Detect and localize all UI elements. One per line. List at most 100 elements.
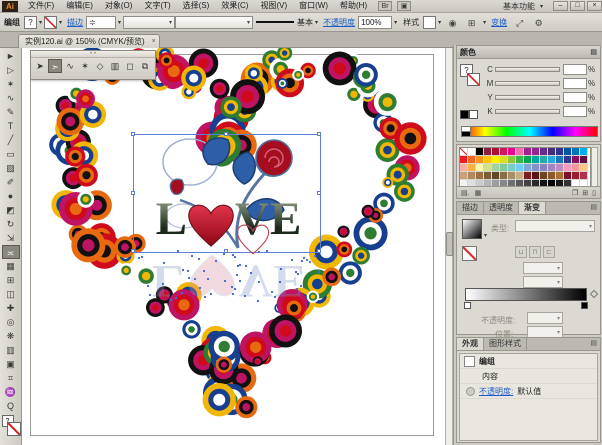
type-tool-icon[interactable]: T [2,119,20,133]
magic-wand-tool-icon[interactable]: ✶ [78,59,92,73]
gradient-stop-right[interactable] [581,302,588,309]
stroke-proxy[interactable] [467,73,480,86]
hand-tool-icon[interactable]: ♒ [2,385,20,399]
close-button[interactable]: × [587,1,602,11]
swatch[interactable] [556,148,564,156]
zoom-tool-icon[interactable]: Q [2,399,20,413]
chevron-down-icon[interactable]: ▾ [484,232,487,239]
swatch[interactable] [516,148,524,156]
stroke-proxy[interactable] [8,423,20,435]
bw-swatches[interactable] [460,110,478,119]
swatch[interactable] [580,148,588,156]
style-swatch[interactable] [423,16,436,29]
gradient-thumbnail[interactable] [462,219,482,239]
swatch[interactable] [524,164,532,172]
symbols-tool-icon[interactable]: ⧉ [138,59,152,73]
tab-close-icon[interactable]: × [152,38,156,45]
swatch[interactable] [572,156,580,164]
align-icon[interactable]: ⊞ [464,15,479,29]
shape-tool-icon[interactable]: ◇ [93,59,107,73]
swatch[interactable] [540,156,548,164]
appearance-row-group[interactable]: 编组 [460,354,597,369]
magic-wand-tool-icon[interactable]: ✶ [2,77,20,91]
tab-appearance[interactable]: 外观 [457,338,484,350]
swatch[interactable] [548,172,556,180]
stroke-across-icon[interactable]: ⊏ [543,246,555,258]
symbol-sprayer-tool-icon[interactable]: ❋ [2,329,20,343]
arrange-documents-icon[interactable]: ▣ [397,1,411,11]
swatch[interactable] [532,148,540,156]
menu-3[interactable]: 文字(T) [138,0,176,12]
gradient-tool-icon[interactable]: ◫ [2,287,20,301]
menu-6[interactable]: 视图(V) [254,0,293,12]
blend-tool-icon[interactable]: ◎ [2,315,20,329]
tab-graphic-styles[interactable]: 图形样式 [484,338,527,350]
channel-value-field[interactable] [563,64,587,75]
swatch[interactable] [572,164,580,172]
opacity-link[interactable]: 不透明度 [323,17,355,28]
gradient-stop-left[interactable] [464,302,471,309]
swatch[interactable] [580,164,588,172]
swatch[interactable] [484,148,492,156]
fill-stroke-proxy[interactable]: ? [1,415,21,437]
gradient-type-dropdown[interactable]: ▾ [515,220,595,232]
paintbrush-tool-icon[interactable]: ▨ [2,161,20,175]
swatch[interactable] [580,156,588,164]
blob-brush-tool-icon[interactable]: ● [2,189,20,203]
swatch[interactable] [468,156,476,164]
eraser-tool-icon[interactable]: ◩ [2,203,20,217]
spectrum-bw-end[interactable] [461,126,471,137]
menu-2[interactable]: 对象(O) [99,0,139,12]
maximize-button[interactable]: □ [570,1,585,11]
rotate-tool-icon[interactable]: ↻ [2,217,20,231]
swatch[interactable] [516,172,524,180]
swatch[interactable] [460,148,468,156]
tab-gradient[interactable]: 渐变 [519,202,546,214]
swatch[interactable] [548,156,556,164]
color-panel-header[interactable]: 颜色 ▤ [457,46,600,59]
swatch[interactable] [548,164,556,172]
swatch[interactable] [508,156,516,164]
menu-5[interactable]: 效果(C) [215,0,254,12]
stroke-along-icon[interactable]: ⊓ [529,246,541,258]
channel-slider[interactable] [495,95,560,100]
recolor-artwork-icon[interactable]: ◉ [445,15,460,29]
swatch[interactable] [564,164,572,172]
swatch[interactable] [500,148,508,156]
scale-tool-icon[interactable]: ⇲ [2,231,20,245]
delete-swatch-icon[interactable]: ▯ [592,189,596,197]
channel-value-field[interactable] [563,106,587,117]
color-fill-stroke-proxy[interactable]: ? [460,64,482,94]
swatch[interactable] [524,156,532,164]
swatch[interactable] [492,164,500,172]
panel-menu-icon[interactable]: ▤ [590,48,597,56]
stroke-color-swatch[interactable] [44,16,57,29]
selection-tool-icon[interactable]: ► [2,49,20,63]
swatch[interactable] [492,172,500,180]
love-artwork-group[interactable]: L VE L VE [110,126,342,312]
menu-7[interactable]: 窗口(W) [293,0,334,12]
chevron-down-icon[interactable]: ▾ [394,19,397,26]
channel-slider[interactable] [495,81,560,86]
slice-tool-icon[interactable]: ⌗ [2,371,20,385]
swatch[interactable] [492,148,500,156]
menu-8[interactable]: 帮助(H) [334,0,373,12]
channel-slider[interactable] [495,109,560,114]
swatch[interactable] [548,148,556,156]
channel-value-field[interactable] [563,92,587,103]
stop-opacity-field[interactable]: ▾ [527,312,563,324]
menu-1[interactable]: 编辑(E) [60,0,99,12]
width-tool-icon[interactable]: ≍ [2,245,20,259]
swatch[interactable] [564,172,572,180]
color-spectrum-bar[interactable] [461,126,598,137]
black-swatch[interactable] [460,110,469,119]
swatch[interactable] [580,172,588,180]
fill-color-swatch[interactable]: ? [24,16,37,29]
swatch[interactable] [564,148,572,156]
swatch-options-icon[interactable]: ❐ [572,189,578,197]
tab-stroke[interactable]: 描边 [457,202,484,214]
free-transform-tool-icon[interactable]: ▦ [2,259,20,273]
lasso-tool-icon[interactable]: ∿ [63,59,77,73]
swatch[interactable] [484,164,492,172]
transform-link[interactable]: 变换 [491,17,507,28]
